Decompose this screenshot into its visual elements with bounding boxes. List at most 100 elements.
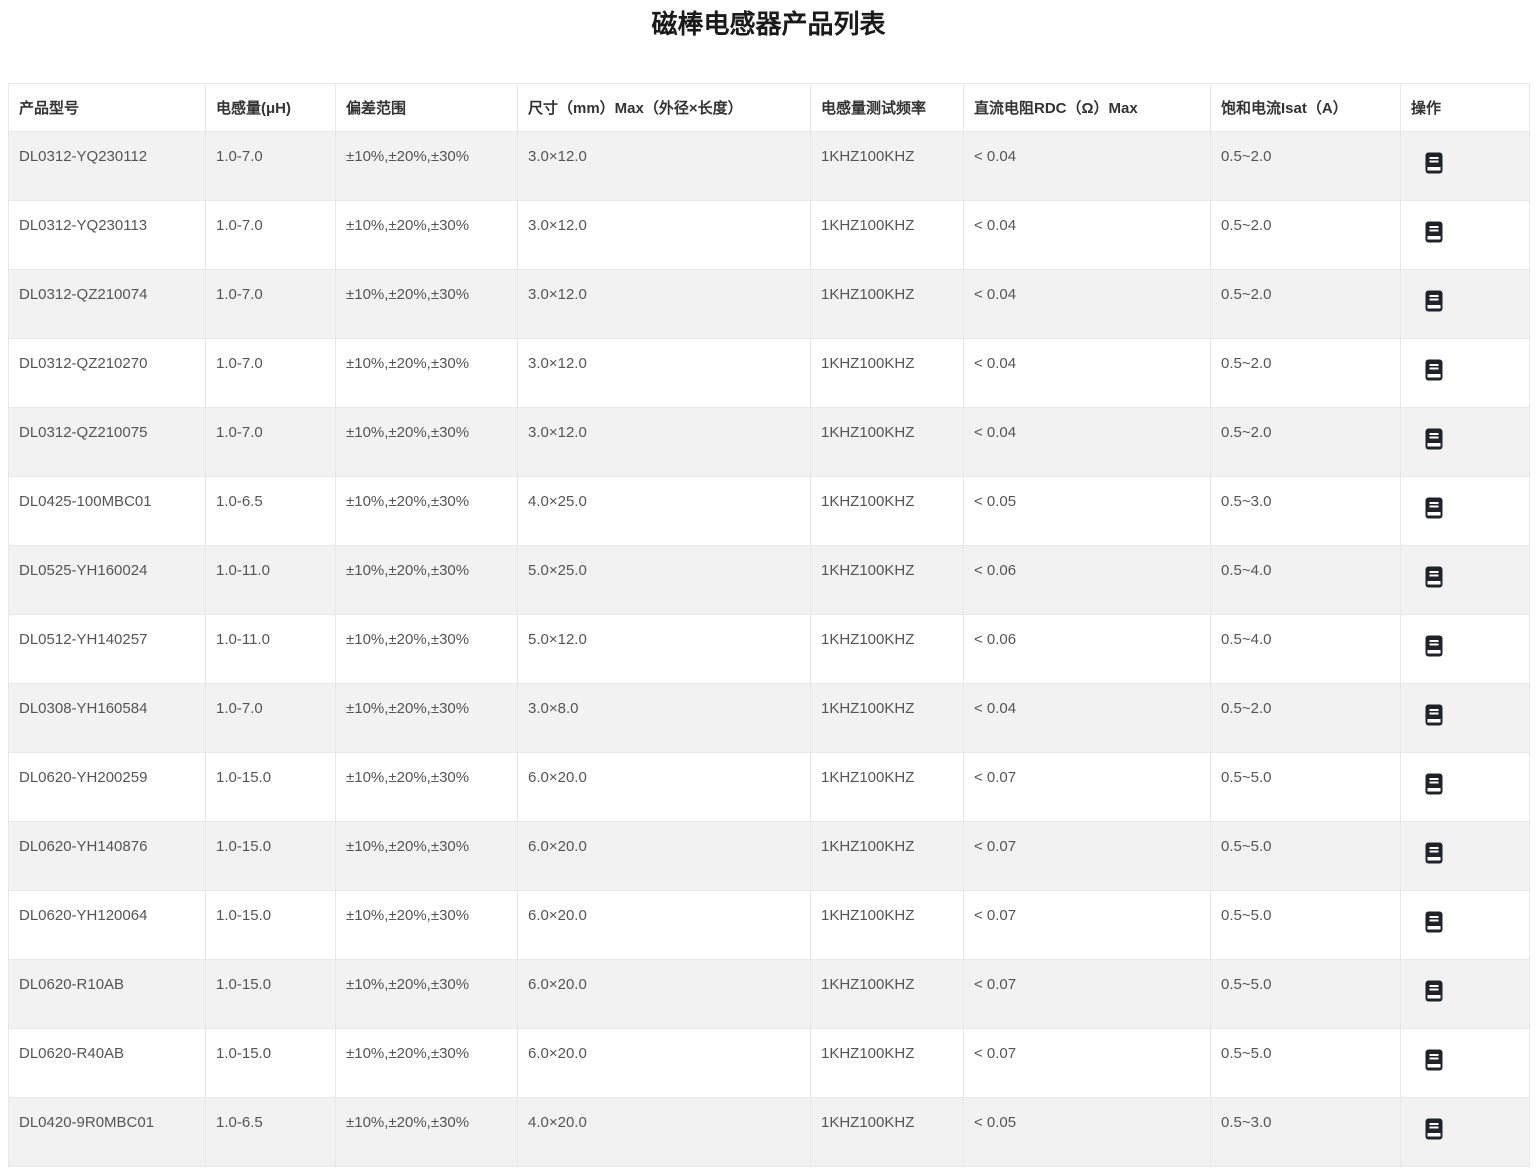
cell-action xyxy=(1400,1028,1530,1098)
cell-rdc: < 0.07 xyxy=(963,1028,1211,1098)
cell-model: DL0620-YH120064 xyxy=(8,890,206,960)
cell-isat: 0.5~2.0 xyxy=(1210,407,1401,477)
view-detail-button[interactable] xyxy=(1425,359,1443,381)
cell-frequency: 1KHZ100KHZ xyxy=(810,959,964,1029)
cell-frequency: 1KHZ100KHZ xyxy=(810,131,964,201)
cell-rdc: < 0.07 xyxy=(963,752,1211,822)
cell-isat: 0.5~5.0 xyxy=(1210,752,1401,822)
cell-isat: 0.5~5.0 xyxy=(1210,959,1401,1029)
document-icon xyxy=(1425,359,1443,384)
cell-inductance: 1.0-11.0 xyxy=(205,545,336,615)
document-icon xyxy=(1425,842,1443,867)
cell-model: DL0620-R10AB xyxy=(8,959,206,1029)
cell-rdc: < 0.04 xyxy=(963,269,1211,339)
view-detail-button[interactable] xyxy=(1425,428,1443,450)
view-detail-button[interactable] xyxy=(1425,842,1443,864)
cell-isat: 0.5~5.0 xyxy=(1210,1028,1401,1098)
table-row: DL0312-QZ210270 1.0-7.0 ±10%,±20%,±30% 3… xyxy=(8,338,1530,408)
cell-size: 5.0×25.0 xyxy=(517,545,811,615)
table-row: DL0620-YH140876 1.0-15.0 ±10%,±20%,±30% … xyxy=(8,821,1530,891)
cell-frequency: 1KHZ100KHZ xyxy=(810,407,964,477)
document-icon xyxy=(1425,773,1443,798)
view-detail-button[interactable] xyxy=(1425,980,1443,1002)
view-detail-button[interactable] xyxy=(1425,497,1443,519)
cell-action xyxy=(1400,890,1530,960)
cell-frequency: 1KHZ100KHZ xyxy=(810,821,964,891)
table-body: DL0312-YQ230112 1.0-7.0 ±10%,±20%,±30% 3… xyxy=(8,131,1530,1167)
cell-model: DL0312-QZ210074 xyxy=(8,269,206,339)
table-header-row: 产品型号 电感量(μH) 偏差范围 尺寸（mm）Max（外径×长度） 电感量测试频率 直流… xyxy=(8,83,1530,132)
cell-action xyxy=(1400,821,1530,891)
cell-frequency: 1KHZ100KHZ xyxy=(810,1028,964,1098)
cell-rdc: < 0.07 xyxy=(963,959,1211,1029)
cell-model: DL0312-YQ230113 xyxy=(8,200,206,270)
table-header: 产品型号 电感量(μH) 偏差范围 尺寸（mm）Max（外径×长度） 电感量测试频率 直流… xyxy=(8,83,1530,132)
cell-isat: 0.5~4.0 xyxy=(1210,614,1401,684)
page-title: 磁棒电感器产品列表 xyxy=(651,9,886,39)
table-row: DL0620-YH120064 1.0-15.0 ±10%,±20%,±30% … xyxy=(8,890,1530,960)
cell-frequency: 1KHZ100KHZ xyxy=(810,338,964,408)
cell-tolerance: ±10%,±20%,±30% xyxy=(335,131,518,201)
cell-isat: 0.5~2.0 xyxy=(1210,200,1401,270)
cell-size: 5.0×12.0 xyxy=(517,614,811,684)
view-detail-button[interactable] xyxy=(1425,290,1443,312)
cell-size: 4.0×20.0 xyxy=(517,1097,811,1167)
view-detail-button[interactable] xyxy=(1425,911,1443,933)
table-row: DL0420-9R0MBC01 1.0-6.5 ±10%,±20%,±30% 4… xyxy=(8,1097,1530,1167)
cell-inductance: 1.0-7.0 xyxy=(205,131,336,201)
document-icon xyxy=(1425,152,1443,177)
cell-tolerance: ±10%,±20%,±30% xyxy=(335,959,518,1029)
view-detail-button[interactable] xyxy=(1425,704,1443,726)
cell-action xyxy=(1400,200,1530,270)
view-detail-button[interactable] xyxy=(1425,1049,1443,1071)
page-header: 磁棒电感器产品列表 xyxy=(0,0,1537,83)
table-row: DL0312-YQ230113 1.0-7.0 ±10%,±20%,±30% 3… xyxy=(8,200,1530,270)
cell-size: 4.0×25.0 xyxy=(517,476,811,546)
cell-rdc: < 0.04 xyxy=(963,683,1211,753)
view-detail-button[interactable] xyxy=(1425,152,1443,174)
cell-rdc: < 0.04 xyxy=(963,407,1211,477)
document-icon xyxy=(1425,428,1443,453)
document-icon xyxy=(1425,497,1443,522)
cell-tolerance: ±10%,±20%,±30% xyxy=(335,1097,518,1167)
table-row: DL0308-YH160584 1.0-7.0 ±10%,±20%,±30% 3… xyxy=(8,683,1530,753)
view-detail-button[interactable] xyxy=(1425,773,1443,795)
cell-isat: 0.5~2.0 xyxy=(1210,131,1401,201)
cell-inductance: 1.0-11.0 xyxy=(205,614,336,684)
view-detail-button[interactable] xyxy=(1425,1118,1443,1140)
view-detail-button[interactable] xyxy=(1425,635,1443,657)
cell-isat: 0.5~2.0 xyxy=(1210,338,1401,408)
cell-inductance: 1.0-15.0 xyxy=(205,959,336,1029)
cell-rdc: < 0.07 xyxy=(963,821,1211,891)
view-detail-button[interactable] xyxy=(1425,566,1443,588)
product-table: 产品型号 电感量(μH) 偏差范围 尺寸（mm）Max（外径×长度） 电感量测试频率 直流… xyxy=(8,83,1530,1167)
cell-rdc: < 0.05 xyxy=(963,1097,1211,1167)
cell-isat: 0.5~3.0 xyxy=(1210,1097,1401,1167)
cell-frequency: 1KHZ100KHZ xyxy=(810,269,964,339)
table-row: DL0312-YQ230112 1.0-7.0 ±10%,±20%,±30% 3… xyxy=(8,131,1530,201)
document-icon xyxy=(1425,1118,1443,1143)
document-icon xyxy=(1425,221,1443,246)
cell-model: DL0312-QZ210075 xyxy=(8,407,206,477)
cell-inductance: 1.0-7.0 xyxy=(205,200,336,270)
col-header-inductance: 电感量(μH) xyxy=(205,83,336,132)
cell-action xyxy=(1400,614,1530,684)
cell-tolerance: ±10%,±20%,±30% xyxy=(335,407,518,477)
cell-inductance: 1.0-7.0 xyxy=(205,338,336,408)
document-icon xyxy=(1425,704,1443,729)
cell-action xyxy=(1400,752,1530,822)
col-header-isat: 饱和电流Isat（A） xyxy=(1210,83,1401,132)
document-icon xyxy=(1425,290,1443,315)
cell-tolerance: ±10%,±20%,±30% xyxy=(335,200,518,270)
cell-inductance: 1.0-6.5 xyxy=(205,476,336,546)
cell-tolerance: ±10%,±20%,±30% xyxy=(335,752,518,822)
cell-frequency: 1KHZ100KHZ xyxy=(810,476,964,546)
cell-size: 6.0×20.0 xyxy=(517,1028,811,1098)
cell-size: 6.0×20.0 xyxy=(517,821,811,891)
cell-size: 3.0×12.0 xyxy=(517,338,811,408)
cell-tolerance: ±10%,±20%,±30% xyxy=(335,890,518,960)
cell-size: 6.0×20.0 xyxy=(517,959,811,1029)
cell-tolerance: ±10%,±20%,±30% xyxy=(335,614,518,684)
view-detail-button[interactable] xyxy=(1425,221,1443,243)
cell-size: 3.0×12.0 xyxy=(517,407,811,477)
